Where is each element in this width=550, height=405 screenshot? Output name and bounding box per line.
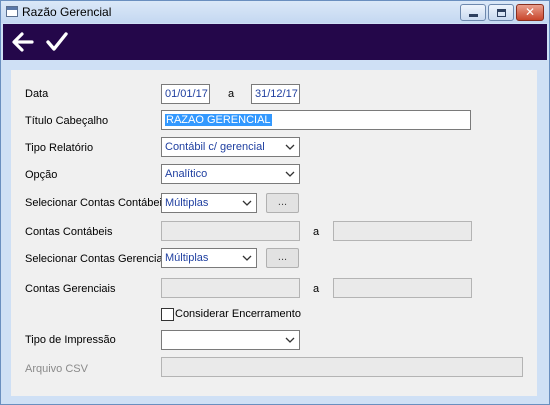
report-type-value: Contábil c/ gerencial [165, 141, 265, 153]
accounting-accounts-to-input[interactable] [333, 221, 472, 241]
select-management-accounts-label: Selecionar Contas Gerenciais [25, 253, 171, 265]
minimize-icon [469, 14, 478, 17]
select-accounting-accounts-label: Selecionar Contas Contábeis [25, 197, 168, 209]
management-accounts-separator: a [313, 283, 320, 295]
management-accounts-label: Contas Gerenciais [25, 283, 116, 295]
checkmark-icon [46, 32, 68, 51]
accounting-accounts-from-input[interactable] [161, 221, 300, 241]
select-management-accounts-select[interactable]: Múltiplas [161, 248, 257, 268]
chevron-down-icon [285, 144, 295, 150]
report-type-label: Tipo Relatório [25, 142, 94, 154]
form-panel: Data 01/01/17 a 31/12/17 Título Cabeçalh… [11, 70, 537, 396]
maximize-button[interactable] [488, 4, 514, 21]
csv-file-label: Arquivo CSV [25, 363, 88, 375]
header-title-label: Título Cabeçalho [25, 115, 109, 127]
back-button[interactable] [9, 28, 37, 56]
option-value: Analítico [165, 168, 208, 180]
toolbar [3, 24, 547, 60]
date-to-input[interactable]: 31/12/17 [251, 84, 300, 104]
window-title: Razão Gerencial [22, 5, 112, 19]
date-from-input[interactable]: 01/01/17 [161, 84, 210, 104]
report-type-select[interactable]: Contábil c/ gerencial [161, 137, 300, 157]
option-select[interactable]: Analítico [161, 164, 300, 184]
header-title-input[interactable]: RAZAO GERENCIAL [161, 110, 471, 130]
select-accounting-accounts-value: Múltiplas [165, 197, 209, 209]
print-type-label: Tipo de Impressão [25, 334, 116, 346]
chevron-down-icon [285, 171, 295, 177]
consider-closing-checkbox[interactable] [161, 308, 174, 321]
management-accounts-from-input[interactable] [161, 278, 300, 298]
close-button[interactable]: ✕ [516, 4, 544, 21]
chevron-down-icon [242, 200, 252, 206]
accounting-accounts-separator: a [313, 226, 320, 238]
app-window-icon [6, 6, 18, 17]
header-title-value: RAZAO GERENCIAL [165, 114, 272, 126]
title-bar[interactable]: Razão Gerencial ✕ [1, 1, 549, 23]
confirm-button[interactable] [43, 28, 71, 56]
management-accounts-browse-button[interactable]: ... [266, 248, 299, 268]
chevron-down-icon [242, 255, 252, 261]
consider-closing-label: Considerar Encerramento [175, 308, 301, 320]
select-management-accounts-value: Múltiplas [165, 252, 209, 264]
back-arrow-icon [12, 32, 34, 52]
select-accounting-accounts-select[interactable]: Múltiplas [161, 193, 257, 213]
maximize-icon [497, 9, 506, 17]
minimize-button[interactable] [460, 4, 486, 21]
chevron-down-icon [285, 337, 295, 343]
management-accounts-to-input[interactable] [333, 278, 472, 298]
option-label: Opção [25, 169, 58, 181]
accounting-accounts-label: Contas Contábeis [25, 226, 113, 238]
close-icon: ✕ [524, 5, 536, 19]
date-label: Data [25, 88, 49, 100]
report-window: Razão Gerencial ✕ Data 01/01/17 a 31/12/… [0, 0, 550, 405]
accounting-accounts-browse-button[interactable]: ... [266, 193, 299, 213]
date-range-separator: a [228, 88, 235, 100]
print-type-select[interactable] [161, 330, 300, 350]
csv-file-input[interactable] [161, 357, 523, 377]
